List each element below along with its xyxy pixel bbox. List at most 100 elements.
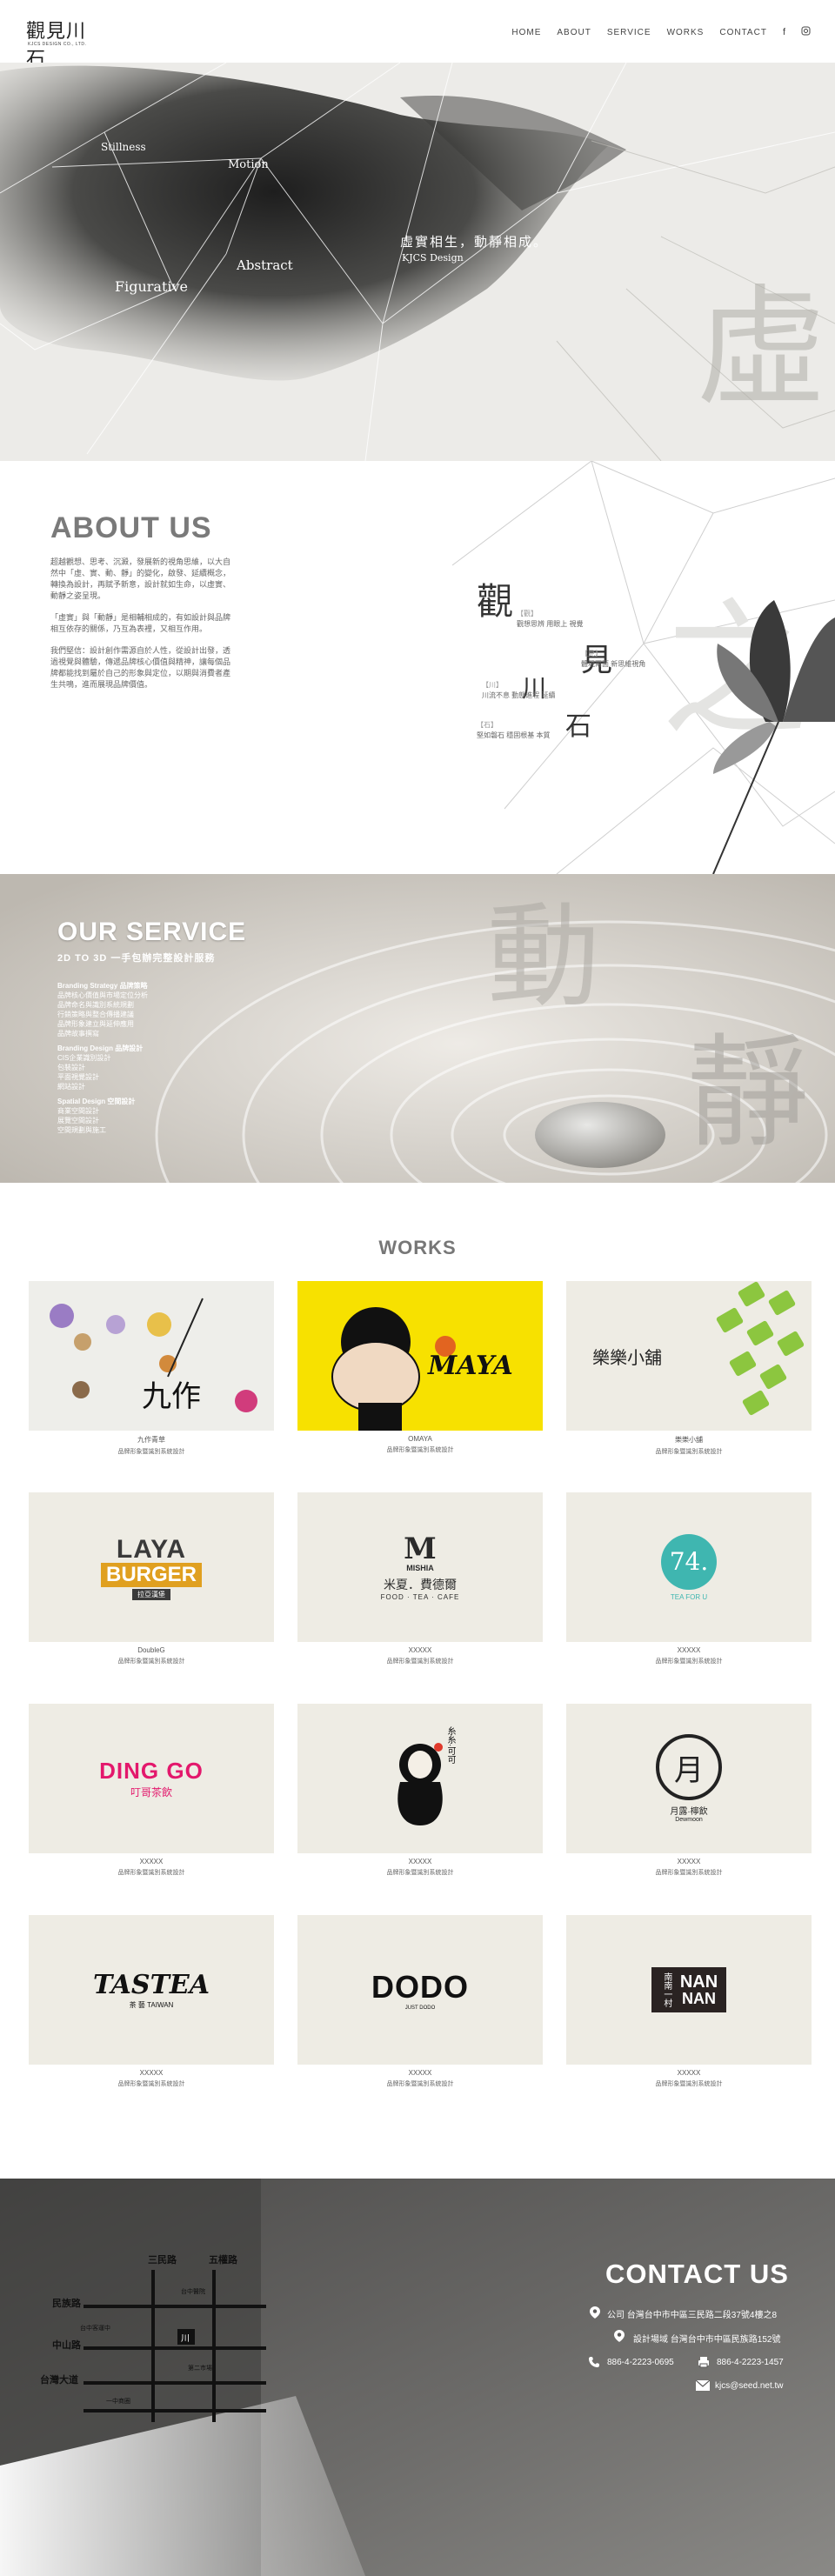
service-group-heading: Spatial Design 空間設計 <box>57 1098 136 1105</box>
work-thumbnail[interactable]: 月 月露·檸飲 Dewmoon <box>566 1704 812 1853</box>
brand-kuzuo-logo: 九作 <box>142 1379 201 1414</box>
service-item: 平面視覺設計 <box>57 1073 99 1081</box>
hero-banner: 虛 Stillness Motion Abstract Figurative 虛… <box>0 63 835 461</box>
location-pin-icon <box>614 2330 625 2345</box>
work-name: OMAYA <box>408 1435 432 1443</box>
work-card[interactable]: 74. TEA FOR U XXXXX 品牌形象暨識別系統設計 <box>566 1492 812 1665</box>
work-desc: 品牌形象暨識別系統設計 <box>655 1658 723 1665</box>
work-card[interactable]: LAYA BURGER 拉亞漢堡 DoubleG 品牌形象暨識別系統設計 <box>29 1492 274 1665</box>
work-card[interactable]: DING GO 叮哥茶飲 XXXXX 品牌形象暨識別系統設計 <box>29 1704 274 1877</box>
work-thumbnail[interactable]: 南南一村 NAN NAN <box>566 1915 812 2065</box>
logo-subtitle: KJCS DESIGN CO., LTD. <box>28 42 87 47</box>
work-name: XXXXX <box>408 1646 432 1654</box>
logo[interactable]: 觀見川石 KJCS DESIGN CO., LTD. <box>26 16 87 70</box>
landmark-hospital: 台中醫院 <box>181 2289 205 2295</box>
road-minzu: 民族路 <box>52 2299 81 2309</box>
map-marker-office: 川 <box>181 2334 190 2344</box>
calligraphy-shi: 石 <box>565 711 591 742</box>
address-studio: 設計場域 台灣台中市中區民族路152號 <box>633 2335 781 2345</box>
service-list: Branding Strategy 品牌策略 品牌核心價值與市場定位分析 品牌命… <box>57 976 257 1135</box>
location-map[interactable]: 三民路 五權路 民族路 中山路 台灣大道 台中醫院 台中客運中 第二市場 一中商… <box>40 2252 284 2426</box>
nav-home[interactable]: HOME <box>511 28 541 37</box>
service-item: 品牌故事撰寫 <box>57 1030 99 1038</box>
road-sanmin: 三民路 <box>148 2255 177 2266</box>
calligraphy-guan: 觀 <box>477 580 514 623</box>
brand-lele-logo: 樂樂小舖 <box>592 1347 662 1368</box>
brand-laya-logo: LAYA BURGER 拉亞漢堡 <box>29 1492 274 1642</box>
brand-moon-logo: 月 月露·檸飲 Dewmoon <box>566 1704 812 1853</box>
service-item: CIS企業識別設計 <box>57 1054 111 1062</box>
work-thumbnail[interactable]: 樂樂小舖 <box>566 1281 812 1431</box>
phone-number[interactable]: 886-4-2223-0695 <box>607 2358 674 2367</box>
work-card[interactable]: M MISHIA 米夏．費德爾 FOOD · TEA · CAFE XXXXX … <box>297 1492 543 1665</box>
stone <box>535 1102 665 1168</box>
work-name: XXXXX <box>677 1646 701 1654</box>
instagram-icon[interactable] <box>801 26 811 38</box>
landmark-yizhong: 一中商圈 <box>106 2399 130 2405</box>
address-office: 公司 台灣台中市中區三民路二段37號4樓之8 <box>607 2311 778 2320</box>
work-name: XXXXX <box>677 1858 701 1865</box>
road-wuquan: 五權路 <box>209 2255 237 2266</box>
work-thumbnail[interactable]: DODO JUST DODO <box>297 1915 543 2065</box>
work-desc: 品牌形象暨識別系統設計 <box>117 2081 185 2087</box>
work-card[interactable]: DODO JUST DODO XXXXX 品牌形象暨識別系統設計 <box>297 1915 543 2088</box>
nav-contact[interactable]: CONTACT <box>719 28 767 37</box>
about-body: 超越觀想、思考、沉澱，發展新的視角思維，以大自然中「虛、實、動、靜」的變化，啟發… <box>50 557 233 701</box>
email-link[interactable]: kjcs@seed.net.tw <box>715 2381 784 2391</box>
works-title: WORKS <box>378 1237 457 1258</box>
work-desc: 品牌形象暨識別系統設計 <box>655 1870 723 1876</box>
service-item: 展覽空間設計 <box>57 1117 99 1124</box>
work-card[interactable]: 糸糸·可可 XXXXX 品牌形象暨識別系統設計 <box>297 1704 543 1877</box>
facebook-icon[interactable]: f <box>783 27 785 37</box>
work-card[interactable]: 樂樂小舖 樂樂小舖 品牌形象暨識別系統設計 <box>566 1281 812 1456</box>
work-card[interactable]: 月 月露·檸飲 Dewmoon XXXXX 品牌形象暨識別系統設計 <box>566 1704 812 1877</box>
brand-girl-logo: 糸糸·可可 <box>445 1726 455 1765</box>
work-thumbnail[interactable]: TASTEA 茶 藝 TAIWAN <box>29 1915 274 2065</box>
svg-text:靜: 靜 <box>687 1023 809 1165</box>
nav-about[interactable]: ABOUT <box>557 28 591 37</box>
location-pin-icon <box>590 2306 600 2321</box>
about-paragraph: 超越觀想、思考、沉澱，發展新的視角思維，以大自然中「虛、實、動、靜」的變化，啟發… <box>50 557 231 600</box>
work-thumbnail[interactable]: 糸糸·可可 <box>297 1704 543 1853</box>
about-paragraph: 「虛實」與「動靜」是相輔相成的，有如設計與品牌相互依存的關係，乃互為表裡，又相互… <box>50 613 231 633</box>
contact-title: CONTACT US <box>605 2259 789 2289</box>
hero-label-motion: Motion <box>228 158 269 171</box>
service-item: 商業空間設計 <box>57 1107 99 1115</box>
service-item: 品牌核心價值與市場定位分析 <box>57 991 148 999</box>
work-thumbnail[interactable]: DING GO 叮哥茶飲 <box>29 1704 274 1853</box>
work-card[interactable]: 南南一村 NAN NAN XXXXX 品牌形象暨識別系統設計 <box>566 1915 812 2088</box>
fax-number: 886-4-2223-1457 <box>717 2358 784 2367</box>
nav-service[interactable]: SERVICE <box>607 28 651 37</box>
work-card[interactable]: TASTEA 茶 藝 TAIWAN XXXXX 品牌形象暨識別系統設計 <box>29 1915 274 2088</box>
hero-label-abstract: Abstract <box>237 257 293 273</box>
about-section: ABOUT US 超越觀想、思考、沉澱，發展新的視角思維，以大自然中「虛、實、動… <box>0 461 835 874</box>
brand-dingo-logo: DING GO 叮哥茶飲 <box>99 1758 204 1799</box>
work-thumbnail[interactable]: 九作 <box>29 1281 274 1431</box>
work-name: XXXXX <box>408 1858 432 1865</box>
work-card[interactable]: 九作 九作青草 品牌形象暨識別系統設計 <box>29 1281 274 1456</box>
work-desc: 品牌形象暨識別系統設計 <box>117 1449 185 1455</box>
hero-calligraphy-watermark: 虛 <box>696 273 826 424</box>
top-nav: 觀見川石 KJCS DESIGN CO., LTD. HOME ABOUT SE… <box>0 0 835 70</box>
hero-label-figurative: Figurative <box>115 278 189 295</box>
work-name: DoubleG <box>137 1646 165 1654</box>
landmark-market: 第二市場 <box>188 2366 212 2372</box>
work-card[interactable]: MAYA OMAYA 品牌形象暨識別系統設計 <box>297 1281 543 1454</box>
about-paragraph: 我們堅信：設計創作需源自於人性，從設計出發，透過視覺與體驗，傳遞品牌核心價值與精… <box>50 646 231 689</box>
service-item: 網站設計 <box>57 1083 85 1091</box>
work-thumbnail[interactable]: MAYA <box>297 1281 543 1431</box>
service-item: 行銷策略與整合傳播建議 <box>57 1011 134 1018</box>
brand-tastea-logo: TASTEA 茶 藝 TAIWAN <box>92 1970 210 2009</box>
nav-works[interactable]: WORKS <box>667 28 705 37</box>
work-thumbnail[interactable]: 74. TEA FOR U <box>566 1492 812 1642</box>
brand-dodo-logo: DODO JUST DODO <box>371 1969 469 2011</box>
work-name: XXXXX <box>408 2069 432 2077</box>
work-thumbnail[interactable]: LAYA BURGER 拉亞漢堡 <box>29 1492 274 1642</box>
svg-text:動: 動 <box>487 891 600 1023</box>
work-desc: 品牌形象暨識別系統設計 <box>386 1870 454 1876</box>
service-title: OUR SERVICE <box>57 918 247 946</box>
work-thumbnail[interactable]: M MISHIA 米夏．費德爾 FOOD · TEA · CAFE <box>297 1492 543 1642</box>
service-subtitle: 2D TO 3D 一手包辦完整設計服務 <box>57 953 216 964</box>
works-section: WORKS 九作 九作青草 品牌形象暨識別系統設計 MAYA OMAYA 品牌形… <box>0 1183 835 2179</box>
work-desc: 品牌形象暨識別系統設計 <box>655 2081 723 2087</box>
